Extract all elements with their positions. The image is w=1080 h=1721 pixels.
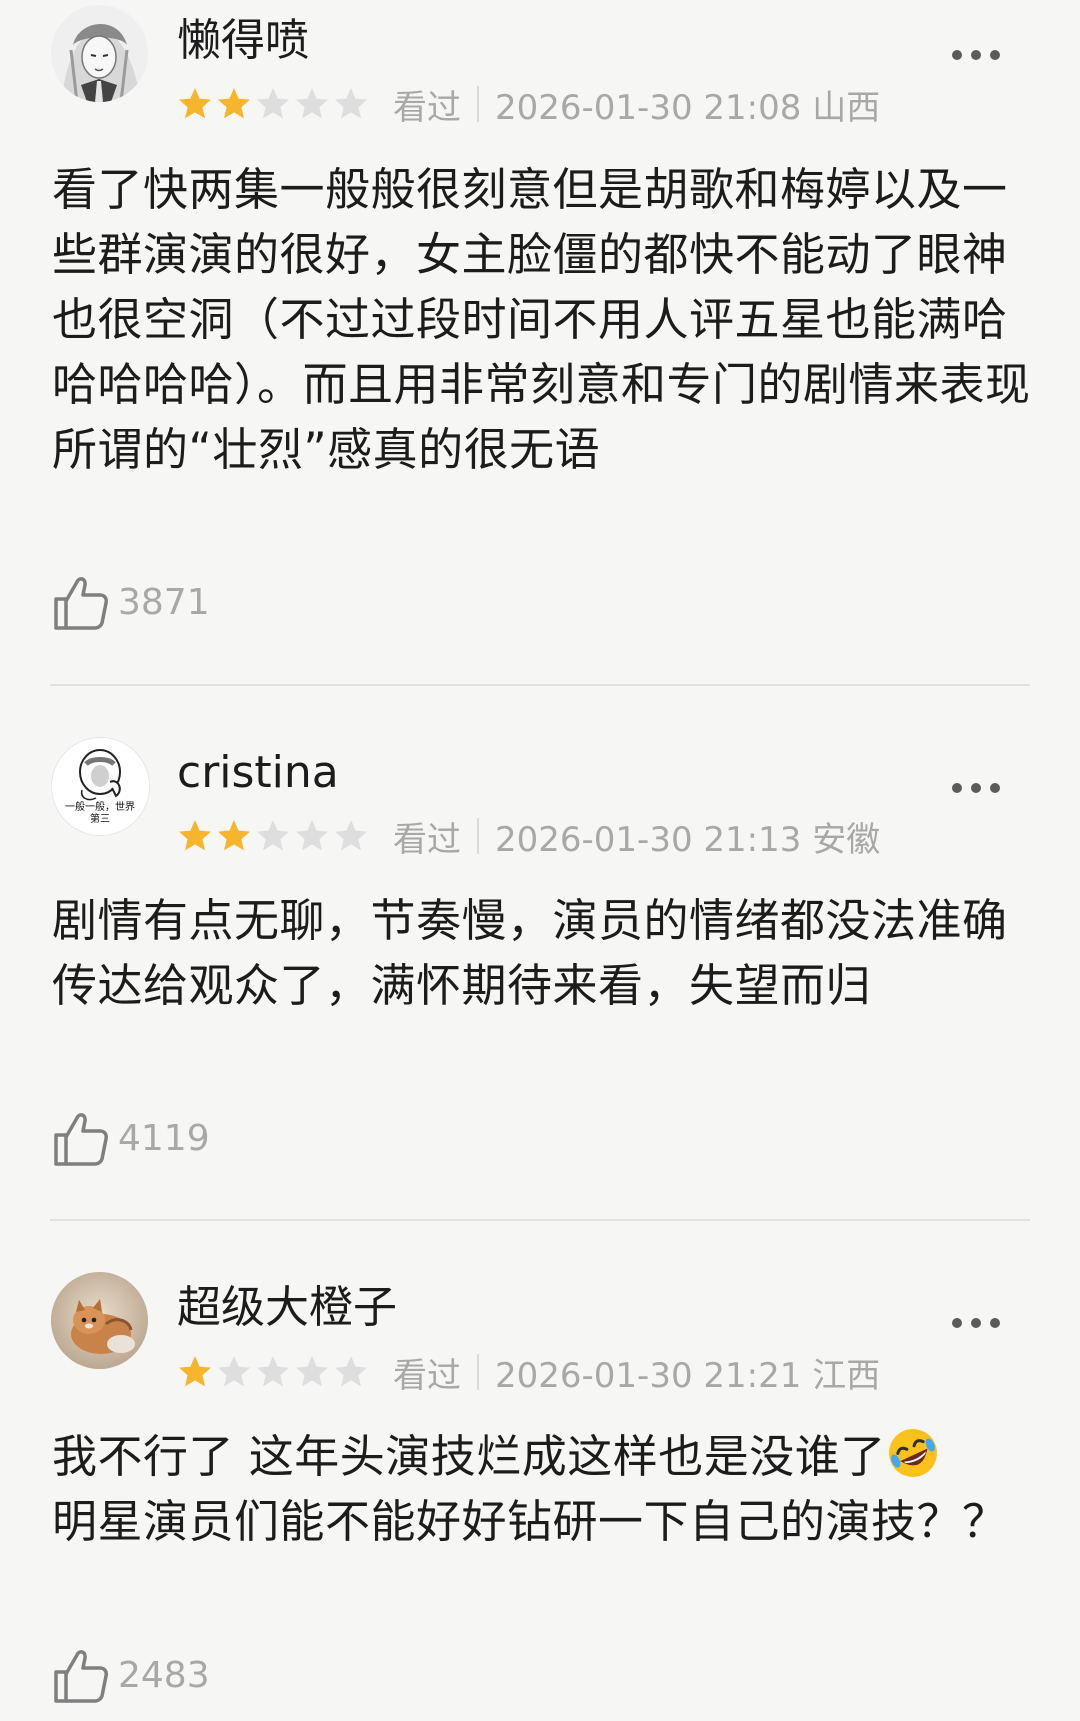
comment-text: 剧情有点无聊，节奏慢，演员的情绪都没法准确传达给观众了，满怀期待来看，失望而归 — [52, 894, 1008, 1012]
like-button[interactable]: 4119 — [50, 1108, 210, 1168]
like-button[interactable]: 3871 — [50, 572, 210, 632]
star-empty-icon — [257, 820, 289, 851]
like-count: 3871 — [118, 581, 210, 623]
rolling-on-floor-laughing-emoji-icon — [888, 1429, 937, 1477]
comment-meta: 看过 2026-01-30 21:13 安徽 — [177, 814, 881, 860]
thumbs-up-icon — [54, 577, 108, 630]
thumbs-up-icon — [54, 1650, 108, 1703]
star-filled-icon — [218, 820, 250, 851]
star-empty-icon — [296, 88, 328, 119]
comment-meta: 看过 2026-01-30 21:08 山西 — [177, 82, 881, 128]
rating-stars — [177, 1354, 369, 1390]
user-avatar[interactable] — [51, 5, 148, 102]
star-filled-icon — [179, 820, 211, 851]
like-count: 2483 — [118, 1654, 210, 1696]
user-avatar[interactable] — [51, 1272, 148, 1369]
anime-avatar-icon — [51, 5, 148, 102]
more-options-icon[interactable] — [936, 1303, 1016, 1343]
meta-divider — [477, 1354, 479, 1390]
divider — [50, 1219, 1030, 1221]
watch-status: 看过 — [393, 819, 461, 860]
star-empty-icon — [335, 1356, 367, 1387]
avatar-caption: 第三 — [90, 812, 110, 825]
comment-time-location: 2026-01-30 21:08 山西 — [495, 87, 881, 128]
username[interactable]: 懒得喷 — [177, 11, 309, 71]
watch-status: 看过 — [393, 87, 461, 128]
star-empty-icon — [335, 820, 367, 851]
like-count: 4119 — [118, 1117, 210, 1159]
meta-divider — [477, 818, 479, 854]
comment-time-location: 2026-01-30 21:21 江西 — [495, 1355, 881, 1396]
watch-status: 看过 — [393, 1355, 461, 1396]
star-empty-icon — [257, 88, 289, 119]
star-filled-icon — [179, 1356, 211, 1387]
username[interactable]: cristina — [177, 743, 339, 803]
username[interactable]: 超级大橙子 — [177, 1278, 397, 1338]
star-filled-icon — [179, 88, 211, 119]
comment-time-location: 2026-01-30 21:13 安徽 — [495, 819, 881, 860]
star-empty-icon — [335, 88, 367, 119]
comment-text-part: 明星演员们能不能好好钻研一下自己的演技？？ — [52, 1495, 1008, 1548]
comment-text: 我不行了 这年头演技烂成这样也是没谁了 明星演员们能不能好好钻研一下自己的演技？… — [52, 1424, 1037, 1554]
meme-avatar-icon: 一般一般，世界 第三 — [52, 738, 149, 835]
rating-stars — [177, 818, 369, 854]
comment-text: 看了快两集一般般很刻意但是胡歌和梅婷以及一些群演演的很好，女主脸僵的都快不能动了… — [52, 163, 1031, 476]
thumbs-up-icon — [54, 1113, 108, 1166]
user-avatar[interactable]: 一般一般，世界 第三 — [51, 737, 150, 836]
comment-meta: 看过 2026-01-30 21:21 江西 — [177, 1350, 881, 1396]
star-empty-icon — [218, 1356, 250, 1387]
meta-divider — [477, 86, 479, 122]
avatar-caption: 一般一般，世界 — [65, 800, 135, 813]
more-options-icon[interactable] — [936, 768, 1016, 808]
star-empty-icon — [296, 820, 328, 851]
like-button[interactable]: 2483 — [50, 1645, 210, 1705]
divider — [50, 684, 1030, 686]
comment-text-part: 我不行了 这年头演技烂成这样也是没谁了 — [52, 1430, 886, 1483]
star-empty-icon — [296, 1356, 328, 1387]
rating-stars — [177, 86, 369, 122]
star-empty-icon — [257, 1356, 289, 1387]
star-filled-icon — [218, 88, 250, 119]
cat-avatar-icon — [51, 1272, 148, 1369]
more-options-icon[interactable] — [936, 35, 1016, 75]
